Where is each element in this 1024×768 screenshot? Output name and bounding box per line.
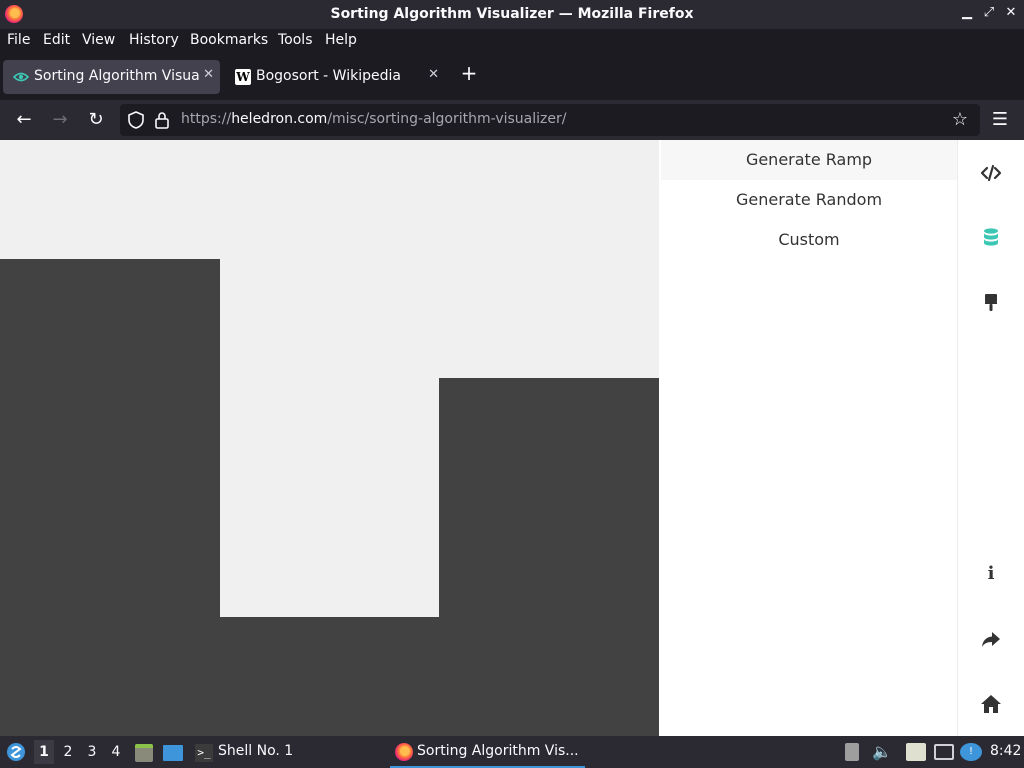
clock: 8:42 <box>990 743 1022 759</box>
back-button[interactable]: ← <box>13 109 35 131</box>
share-icon[interactable] <box>979 627 1003 651</box>
reload-button[interactable]: ↻ <box>85 109 107 131</box>
page-content: Generate Ramp Generate Random Custom i <box>0 140 1024 736</box>
maximize-button[interactable]: ⤢ <box>982 5 996 20</box>
url-host: heledron.com <box>231 111 328 127</box>
shield-icon[interactable] <box>126 110 146 130</box>
menu-file[interactable]: File <box>7 32 30 48</box>
url-text[interactable]: https://heledron.com/misc/sorting-algori… <box>181 111 566 127</box>
paintbrush-icon[interactable] <box>979 291 1003 315</box>
url-scheme: https:// <box>181 111 232 127</box>
info-icon[interactable]: i <box>979 562 1003 586</box>
sorting-visualization <box>0 140 659 736</box>
data-generation-panel: Generate Ramp Generate Random Custom <box>659 140 957 736</box>
close-button[interactable]: ✕ <box>1004 5 1018 20</box>
desktop-icon[interactable] <box>163 745 183 761</box>
custom-button[interactable]: Custom <box>661 220 957 260</box>
menu-view[interactable]: View <box>82 32 115 48</box>
wikipedia-favicon-icon: W <box>235 69 251 85</box>
menu-history[interactable]: History <box>129 32 179 48</box>
lock-icon[interactable] <box>152 110 172 130</box>
forward-button[interactable]: → <box>49 109 71 131</box>
clipboard-indicator-icon[interactable] <box>845 743 859 761</box>
menubar: File Edit View History Bookmarks Tools H… <box>0 29 1024 53</box>
tab-sorting-visualizer[interactable]: Sorting Algorithm Visualizer ✕ <box>3 60 220 94</box>
workspace-4[interactable]: 4 <box>106 740 126 764</box>
app-menu-button[interactable]: ☰ <box>989 109 1011 131</box>
menu-tools[interactable]: Tools <box>278 32 313 48</box>
workspace-1[interactable]: 1 <box>34 740 54 764</box>
volume-icon[interactable]: 🔈 <box>872 744 892 760</box>
window-controls: ▁ ⤢ ✕ <box>960 5 1018 20</box>
notification-icon[interactable]: ! <box>960 743 982 761</box>
file-manager-icon[interactable] <box>135 744 153 762</box>
tab-label: Sorting Algorithm Visualizer <box>34 68 200 84</box>
url-bar[interactable]: https://heledron.com/misc/sorting-algori… <box>120 104 980 136</box>
database-icon[interactable] <box>979 226 1003 250</box>
workspace-2[interactable]: 2 <box>58 740 78 764</box>
sort-bar <box>220 617 439 736</box>
sort-bar <box>0 259 220 736</box>
sort-bar <box>439 378 659 736</box>
taskbar-shell[interactable]: Shell No. 1 <box>218 743 293 759</box>
start-menu-icon[interactable] <box>6 742 26 762</box>
menu-help[interactable]: Help <box>325 32 357 48</box>
window-title: Sorting Algorithm Visualizer — Mozilla F… <box>330 6 694 22</box>
new-tab-button[interactable]: + <box>458 62 480 84</box>
menu-bookmarks[interactable]: Bookmarks <box>190 32 268 48</box>
window-titlebar: Sorting Algorithm Visualizer — Mozilla F… <box>0 0 1024 29</box>
network-icon[interactable] <box>934 744 954 760</box>
bookmark-star-icon[interactable]: ☆ <box>950 110 970 130</box>
generate-ramp-button[interactable]: Generate Ramp <box>661 140 957 180</box>
home-icon[interactable] <box>979 692 1003 716</box>
menu-edit[interactable]: Edit <box>43 32 70 48</box>
generate-random-button[interactable]: Generate Random <box>661 180 957 220</box>
navigation-toolbar: ← → ↻ https://heledron.com/misc/sorting-… <box>0 100 1024 140</box>
tool-rail: i <box>957 140 1024 736</box>
taskbar: 1 2 3 4 >_ Shell No. 1 Sorting Algorithm… <box>0 736 1024 768</box>
tab-close-icon[interactable]: ✕ <box>428 67 439 82</box>
notes-icon[interactable] <box>906 743 926 761</box>
tab-close-icon[interactable]: ✕ <box>203 67 214 82</box>
workspace-3[interactable]: 3 <box>82 740 102 764</box>
visualizer-favicon-icon <box>13 72 29 82</box>
taskbar-firefox[interactable]: Sorting Algorithm Vis... <box>390 736 585 768</box>
tab-bogosort-wikipedia[interactable]: W Bogosort - Wikipedia ✕ <box>225 60 445 94</box>
url-path: /misc/sorting-algorithm-visualizer/ <box>327 111 567 127</box>
terminal-icon: >_ <box>195 744 213 762</box>
minimize-button[interactable]: ▁ <box>960 5 974 20</box>
code-icon[interactable] <box>979 161 1003 185</box>
tab-label: Bogosort - Wikipedia <box>256 68 401 84</box>
taskbar-firefox-label: Sorting Algorithm Vis... <box>417 743 579 759</box>
firefox-logo-icon <box>395 743 413 761</box>
tab-bar: Sorting Algorithm Visualizer ✕ W Bogosor… <box>0 53 1024 100</box>
